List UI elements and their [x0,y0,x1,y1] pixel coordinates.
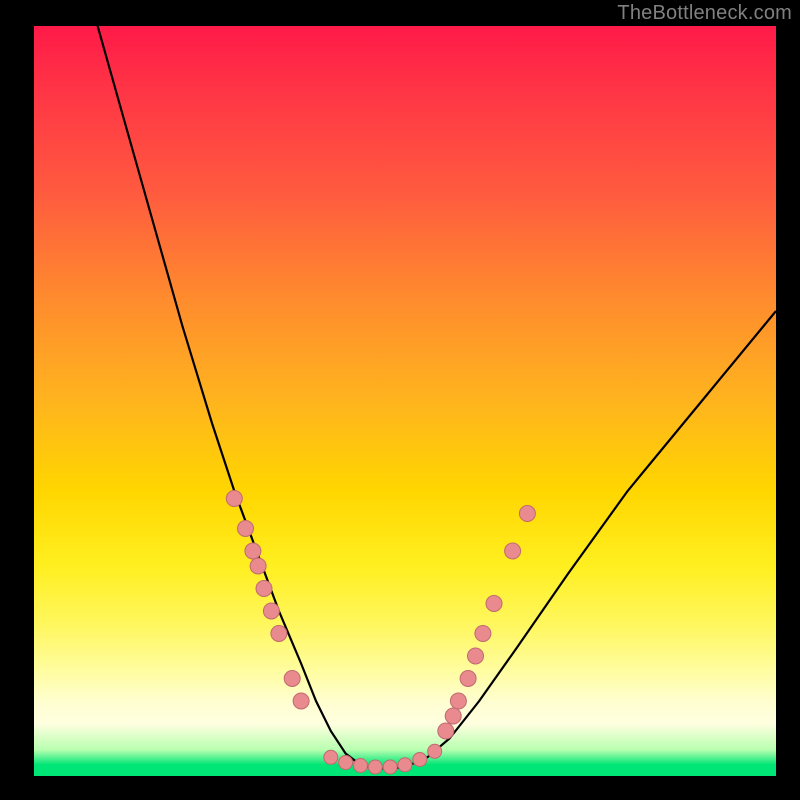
chart-frame [34,26,776,776]
chart-gradient-background [34,26,776,776]
watermark-text: TheBottleneck.com [617,2,792,25]
